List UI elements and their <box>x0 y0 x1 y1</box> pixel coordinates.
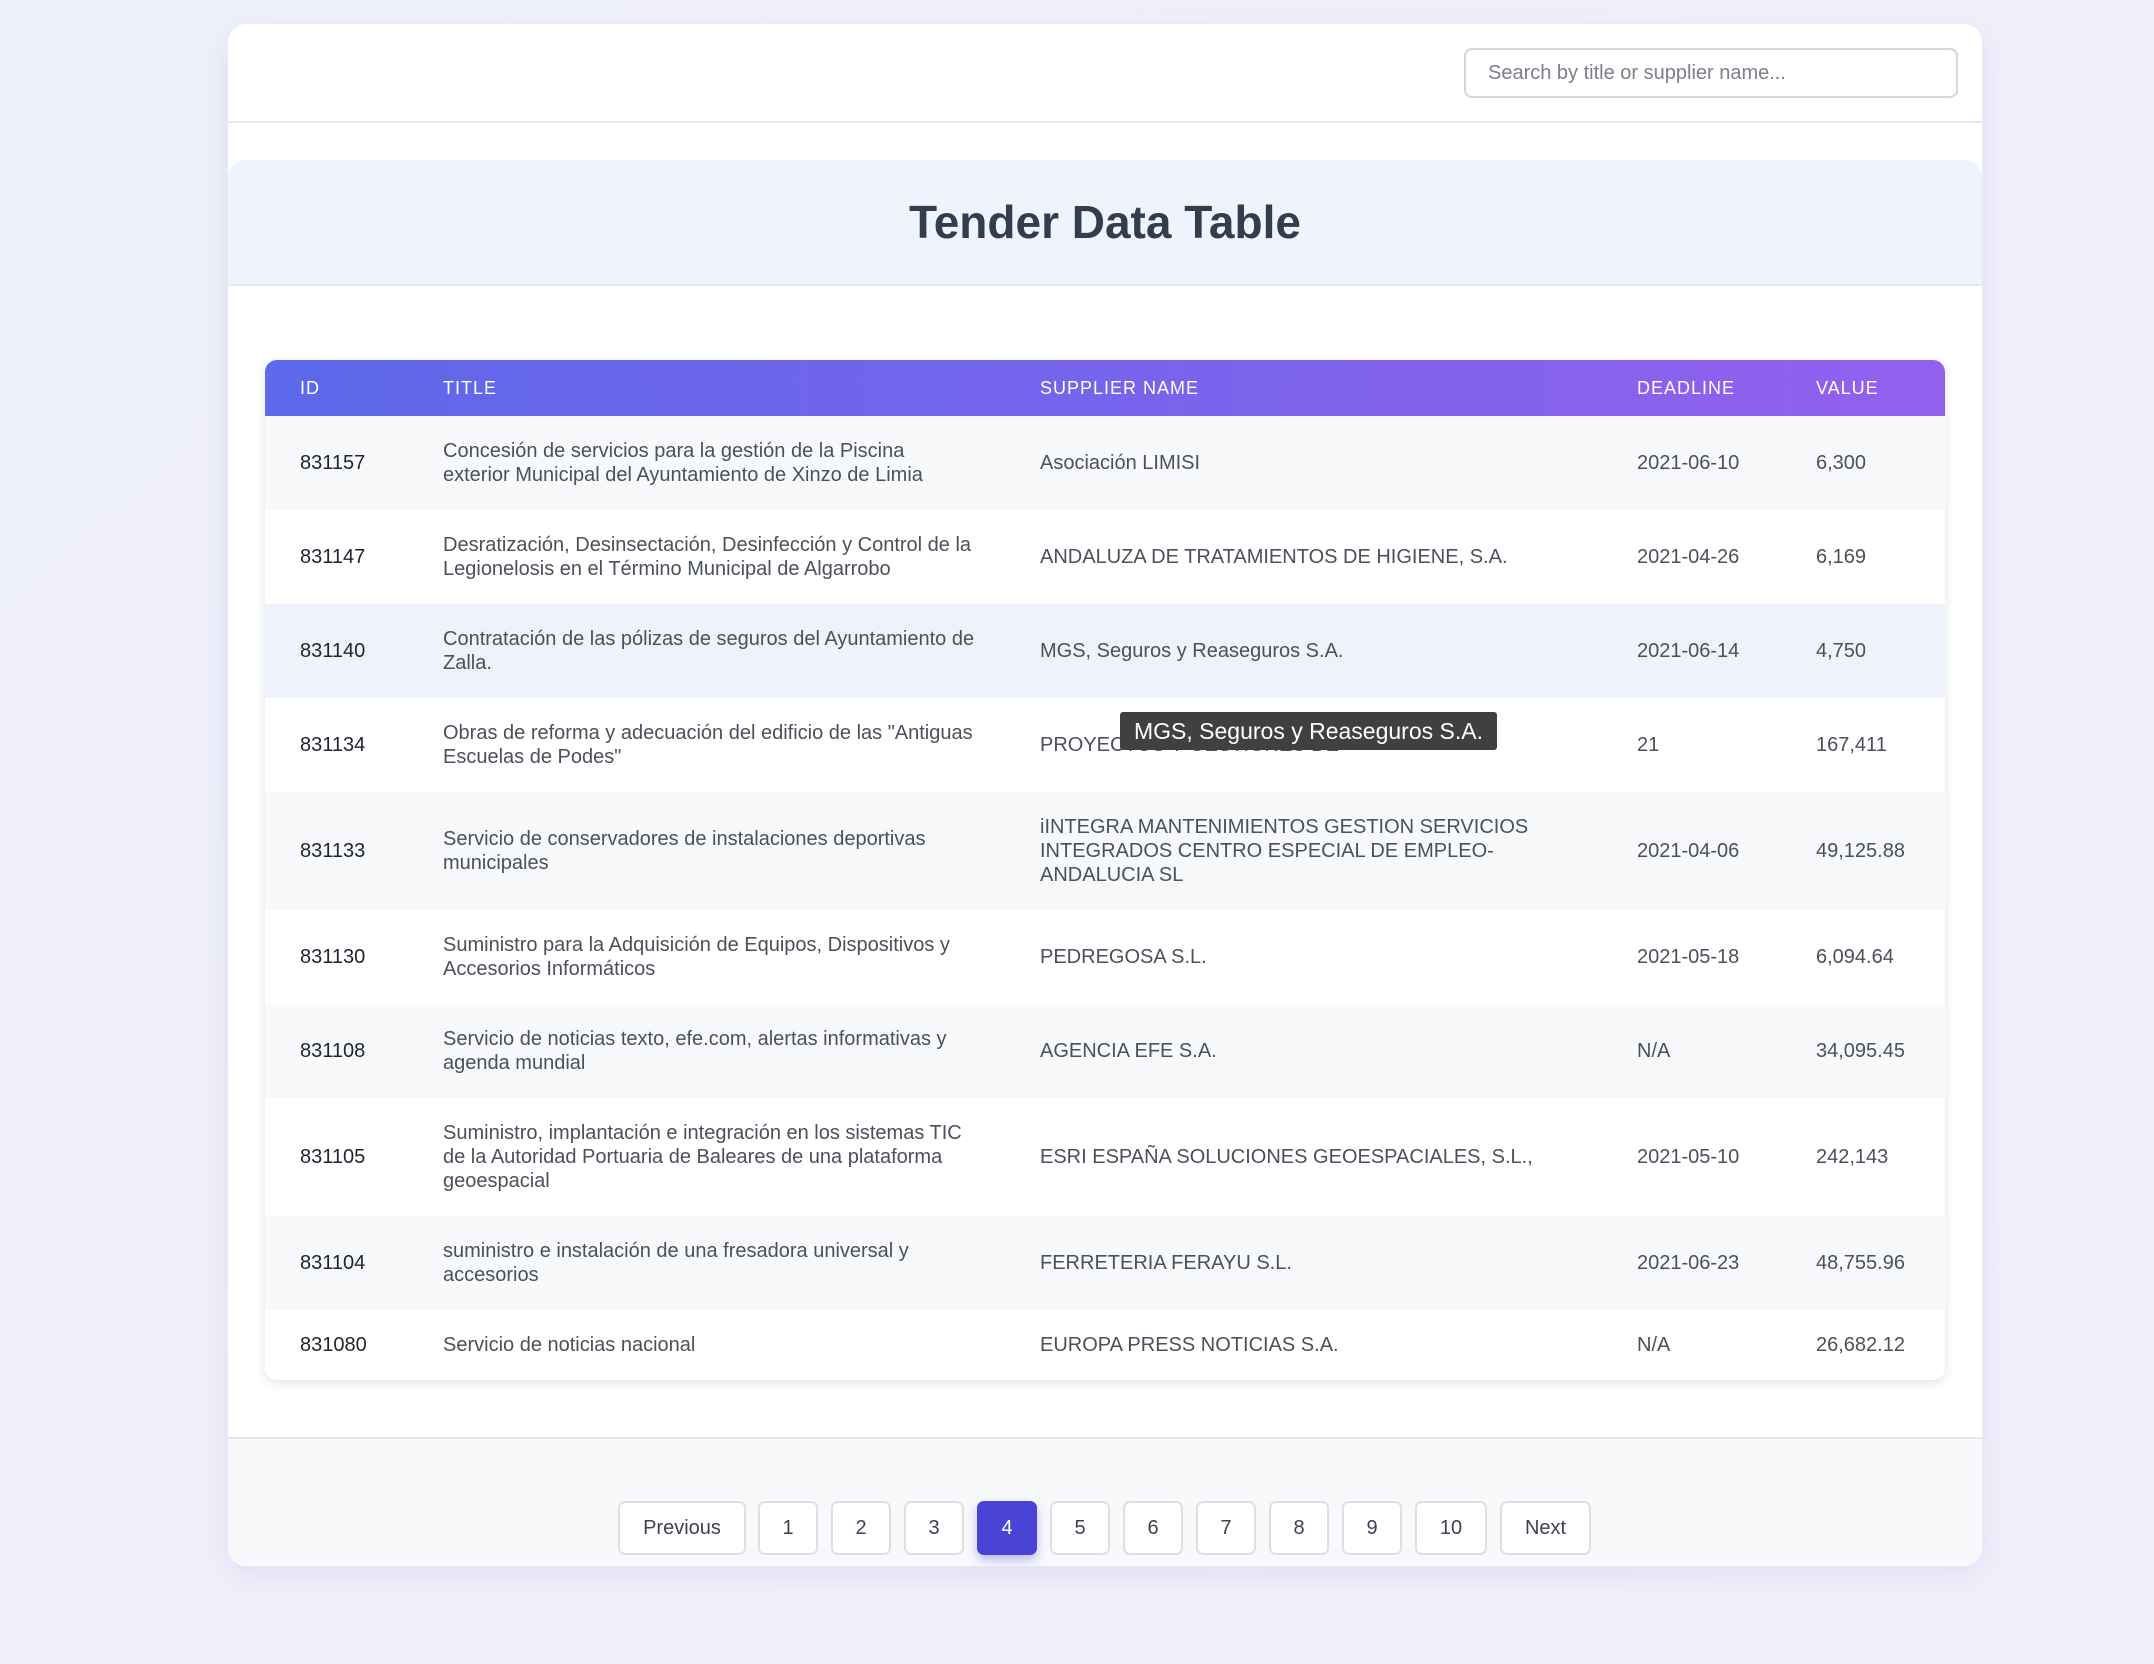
table-row[interactable]: 831140 Contratación de las pólizas de seg… <box>265 604 1945 698</box>
cell-supplier: FERRETERIA FERAYU S.L. <box>1040 1252 1292 1274</box>
cell-id: 831108 <box>300 1040 366 1062</box>
cell-id: 831130 <box>300 946 366 968</box>
cell-deadline: 2021-06-14 <box>1637 640 1740 662</box>
cell-title: suministro e instalación de una fresador… <box>443 1240 909 1286</box>
cell-id: 831104 <box>300 1252 366 1274</box>
page-button-8[interactable]: 8 <box>1269 1501 1329 1555</box>
table-row[interactable]: 831105 Suministro, implantación e integra… <box>265 1098 1945 1216</box>
cell-value: 167,411 <box>1816 734 1887 756</box>
cell-deadline: 2021-04-06 <box>1637 840 1740 862</box>
page-button-5[interactable]: 5 <box>1050 1501 1110 1555</box>
cell-title: Servicio de conservadores de instalacion… <box>443 828 926 874</box>
cell-deadline: 2021-05-18 <box>1637 946 1740 968</box>
cell-supplier: ESRI ESPAÑA SOLUCIONES GEOESPACIALES, S.… <box>1040 1146 1533 1168</box>
cell-deadline: 2021-05-10 <box>1637 1146 1740 1168</box>
cell-value: 6,300 <box>1816 452 1867 474</box>
cell-id: 831134 <box>300 734 366 756</box>
cell-title: Suministro para la Adquisición de Equipo… <box>443 934 950 980</box>
column-header-value[interactable]: VALUE <box>1781 360 1945 416</box>
cell-deadline: N/A <box>1637 1040 1671 1062</box>
cell-id: 831157 <box>300 452 366 474</box>
cell-supplier: PEDREGOSA S.L. <box>1040 946 1207 968</box>
top-bar <box>228 24 1982 123</box>
cell-supplier: MGS, Seguros y Reaseguros S.A. <box>1040 640 1344 662</box>
cell-title: Concesión de servicios para la gestión d… <box>443 440 923 486</box>
table-row[interactable]: 831134 Obras de reforma y adecuación del … <box>265 698 1945 792</box>
page-title: Tender Data Table <box>909 196 1301 248</box>
column-header-title[interactable]: TITLE <box>408 360 1005 416</box>
cell-title: Obras de reforma y adecuación del edific… <box>443 722 973 768</box>
table-row[interactable]: 831104 suministro e instalación de una fr… <box>265 1216 1945 1310</box>
cell-title: Servicio de noticias texto, efe.com, ale… <box>443 1028 947 1074</box>
cell-value: 49,125.88 <box>1816 840 1905 862</box>
cell-value: 34,095.45 <box>1816 1040 1905 1062</box>
table-row[interactable]: 831133 Servicio de conservadores de insta… <box>265 792 1945 910</box>
cell-value: 6,169 <box>1816 546 1867 568</box>
cell-value: 26,682.12 <box>1816 1334 1905 1356</box>
cell-id: 831140 <box>300 640 366 662</box>
page-button-4[interactable]: 4 <box>977 1501 1037 1555</box>
table-row[interactable]: 831157 Concesión de servicios para la ges… <box>265 416 1945 510</box>
cell-supplier: EUROPA PRESS NOTICIAS S.A. <box>1040 1334 1339 1356</box>
cell-id: 831133 <box>300 840 366 862</box>
cell-title: Desratización, Desinsectación, Desinfecc… <box>443 534 972 580</box>
supplier-tooltip: MGS, Seguros y Reaseguros S.A. <box>1120 712 1497 750</box>
cell-id: 831080 <box>300 1334 367 1356</box>
main-card: Tender Data Table ID TITLE SUPPLIER NAME… <box>228 24 1982 1566</box>
search-input[interactable] <box>1464 48 1958 98</box>
page-button-10[interactable]: 10 <box>1415 1501 1487 1555</box>
cell-deadline: 21 <box>1637 734 1660 756</box>
title-band: Tender Data Table <box>228 160 1982 286</box>
cell-deadline: 2021-06-10 <box>1637 452 1740 474</box>
pagination: Previous 1 2 3 4 5 6 7 8 9 10 Next <box>228 1501 1982 1557</box>
cell-title: Suministro, implantación e integración e… <box>443 1122 962 1192</box>
cell-deadline: N/A <box>1637 1334 1671 1356</box>
cell-supplier: Asociación LIMISI <box>1040 452 1201 474</box>
table-row[interactable]: 831080 Servicio de noticias nacional EUROP… <box>265 1310 1945 1380</box>
column-header-deadline[interactable]: DEADLINE <box>1602 360 1781 416</box>
column-header-id[interactable]: ID <box>265 360 408 416</box>
next-page-button[interactable]: Next <box>1500 1501 1591 1555</box>
cell-supplier: iINTEGRA MANTENIMIENTOS GESTION SERVICIO… <box>1040 816 1529 886</box>
table-row[interactable]: 831130 Suministro para la Adquisición de … <box>265 910 1945 1004</box>
page-button-7[interactable]: 7 <box>1196 1501 1256 1555</box>
tender-table: ID TITLE SUPPLIER NAME DEADLINE VALUE 83… <box>265 360 1945 1380</box>
table-row[interactable]: 831108 Servicio de noticias texto, efe.co… <box>265 1004 1945 1098</box>
cell-deadline: 2021-04-26 <box>1637 546 1740 568</box>
table-header: ID TITLE SUPPLIER NAME DEADLINE VALUE <box>265 360 1945 416</box>
page-button-6[interactable]: 6 <box>1123 1501 1183 1555</box>
page-button-3[interactable]: 3 <box>904 1501 964 1555</box>
cell-supplier: ANDALUZA DE TRATAMIENTOS DE HIGIENE, S.A… <box>1040 546 1508 568</box>
cell-value: 242,143 <box>1816 1146 1889 1168</box>
cell-value: 4,750 <box>1816 640 1867 662</box>
table-row[interactable]: 831147 Desratización, Desinsectación, Des… <box>265 510 1945 604</box>
cell-title: Servicio de noticias nacional <box>443 1334 696 1356</box>
cell-id: 831105 <box>300 1146 366 1168</box>
page-button-9[interactable]: 9 <box>1342 1501 1402 1555</box>
pagination-bar: Previous 1 2 3 4 5 6 7 8 9 10 Next <box>228 1437 1982 1566</box>
previous-page-button[interactable]: Previous <box>618 1501 746 1555</box>
cell-id: 831147 <box>300 546 366 568</box>
page-button-2[interactable]: 2 <box>831 1501 891 1555</box>
table-body: 831157 Concesión de servicios para la ges… <box>265 416 1945 1380</box>
cell-value: 48,755.96 <box>1816 1252 1905 1274</box>
cell-value: 6,094.64 <box>1816 946 1894 968</box>
cell-supplier: AGENCIA EFE S.A. <box>1040 1040 1217 1062</box>
column-header-supplier[interactable]: SUPPLIER NAME <box>1005 360 1602 416</box>
cell-deadline: 2021-06-23 <box>1637 1252 1740 1274</box>
cell-title: Contratación de las pólizas de seguros d… <box>443 628 975 674</box>
page-button-1[interactable]: 1 <box>758 1501 818 1555</box>
